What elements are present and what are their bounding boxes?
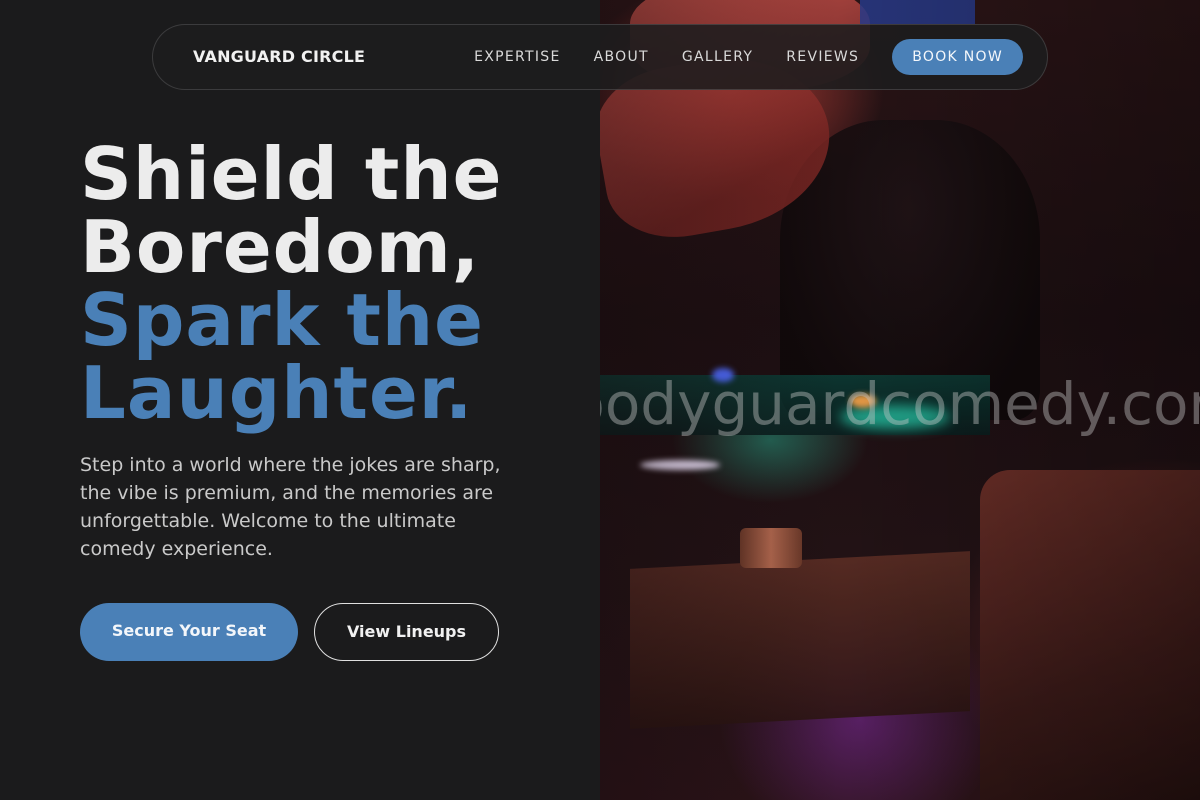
- nav-links: EXPERTISE ABOUT GALLERY REVIEWS BOOK NOW: [474, 25, 1023, 89]
- image-watermark: bodyguardcomedy.com: [600, 370, 1200, 438]
- nav-link-about[interactable]: ABOUT: [594, 49, 649, 65]
- book-now-button[interactable]: BOOK NOW: [892, 39, 1023, 75]
- hero-headline: Shield the Boredom, Spark the Laughter.: [80, 138, 600, 430]
- top-navbar: VANGUARD CIRCLE EXPERTISE ABOUT GALLERY …: [152, 24, 1048, 90]
- view-lineups-button[interactable]: View Lineups: [314, 603, 499, 661]
- secure-your-seat-button[interactable]: Secure Your Seat: [80, 603, 298, 661]
- headline-line-1: Shield the: [80, 132, 503, 216]
- headline-line-3: Spark the: [80, 278, 484, 362]
- nav-link-reviews[interactable]: REVIEWS: [786, 49, 859, 65]
- nav-link-gallery[interactable]: GALLERY: [682, 49, 753, 65]
- brand-logo[interactable]: VANGUARD CIRCLE: [193, 25, 365, 89]
- landing-page: bodyguardcomedy.com VANGUARD CIRCLE EXPE…: [0, 0, 1200, 800]
- hero-description: Step into a world where the jokes are sh…: [80, 454, 501, 560]
- headline-line-4: Laughter.: [80, 351, 474, 435]
- nav-link-expertise[interactable]: EXPERTISE: [474, 49, 561, 65]
- headline-line-2: Boredom,: [80, 205, 481, 289]
- watermark-text: bodyguardcomedy.com: [600, 370, 1200, 438]
